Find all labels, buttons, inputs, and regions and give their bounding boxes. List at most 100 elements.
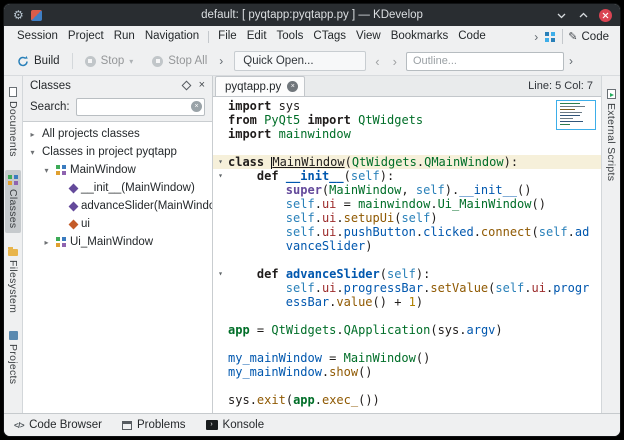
quick-open-button[interactable]: Quick Open... bbox=[234, 51, 366, 71]
fold-marker-icon[interactable]: ▾ bbox=[213, 169, 228, 183]
expander-closed-icon[interactable]: ▸ bbox=[41, 238, 52, 247]
area-switcher-icon[interactable] bbox=[545, 32, 555, 42]
dock-close-icon[interactable]: × bbox=[199, 80, 205, 91]
code-line[interactable] bbox=[213, 141, 601, 155]
tree-item[interactable]: ▾MainWindow bbox=[23, 161, 212, 179]
code-line[interactable]: app = QtWidgets.QApplication(sys.argv) bbox=[213, 323, 601, 337]
code-line[interactable]: sys.exit(app.exec_()) bbox=[213, 393, 601, 407]
fold-gutter bbox=[213, 323, 228, 337]
code-line[interactable]: self.ui.setupUi(self) bbox=[213, 211, 601, 225]
code-text: self.ui.setupUi(self) bbox=[228, 211, 438, 225]
code-line[interactable]: self.ui.pushButton.clicked.connect(self.… bbox=[213, 225, 601, 239]
menu-run[interactable]: Run bbox=[109, 26, 140, 47]
konsole-button[interactable]: › Konsole bbox=[206, 419, 265, 431]
code-line[interactable] bbox=[213, 253, 601, 267]
code-line[interactable]: import sys bbox=[213, 99, 601, 113]
code-line[interactable]: essBar.value() + 1) bbox=[213, 295, 601, 309]
code-line[interactable]: self.ui = mainwindow.Ui_MainWindow() bbox=[213, 197, 601, 211]
expander-open-icon[interactable]: ▾ bbox=[27, 148, 38, 157]
code-line[interactable]: ▾class MainWindow(QtWidgets.QMainWindow)… bbox=[213, 155, 601, 169]
code-browser-label: Code Browser bbox=[29, 419, 102, 431]
code-editor[interactable]: import sysfrom PyQt5 import QtWidgetsimp… bbox=[213, 97, 601, 413]
menu-code[interactable]: Code bbox=[453, 26, 491, 47]
tree-item[interactable]: ▸All projects classes bbox=[23, 125, 212, 143]
expander-closed-icon[interactable]: ▸ bbox=[27, 130, 38, 139]
toolbar-overflow-right-icon[interactable]: › bbox=[569, 54, 573, 68]
tab-documents[interactable]: Documents bbox=[5, 82, 21, 162]
code-line[interactable]: ▾ def __init__(self): bbox=[213, 169, 601, 183]
pen-icon: ✎ bbox=[568, 30, 577, 43]
code-lines: import sysfrom PyQt5 import QtWidgetsimp… bbox=[213, 99, 601, 407]
tab-close-icon[interactable]: × bbox=[287, 81, 298, 92]
fold-gutter bbox=[213, 113, 228, 127]
tree-item[interactable]: ▸Ui_MainWindow bbox=[23, 233, 212, 251]
problems-button[interactable]: Problems bbox=[122, 419, 186, 431]
tab-external-scripts[interactable]: External Scripts bbox=[603, 84, 619, 186]
back-button[interactable]: ‹ bbox=[371, 54, 383, 69]
menu-file[interactable]: File bbox=[213, 26, 242, 47]
titlebar[interactable]: ⚙ default: [ pyqtapp:pyqtapp.py ] — KDev… bbox=[4, 4, 620, 26]
code-text: self.ui.progressBar.setValue(self.ui.pro… bbox=[228, 281, 589, 295]
tab-pyqtapp-py[interactable]: pyqtapp.py × bbox=[215, 76, 305, 96]
minimize-button[interactable] bbox=[555, 9, 568, 22]
method-icon bbox=[69, 183, 79, 193]
code-text: def __init__(self): bbox=[228, 169, 394, 183]
code-line[interactable] bbox=[213, 309, 601, 323]
minimap[interactable] bbox=[556, 100, 596, 130]
tab-filesystem[interactable]: Filesystem bbox=[5, 241, 21, 318]
tab-classes[interactable]: Classes bbox=[5, 170, 21, 233]
code-line[interactable]: vanceSlider) bbox=[213, 239, 601, 253]
build-button[interactable]: Build bbox=[10, 52, 67, 70]
fold-marker-icon[interactable]: ▾ bbox=[213, 267, 228, 281]
stop-all-button[interactable]: Stop All bbox=[145, 52, 214, 70]
forward-button[interactable]: › bbox=[389, 54, 401, 69]
tab-projects[interactable]: Projects bbox=[5, 326, 21, 389]
code-line[interactable]: super(MainWindow, self).__init__() bbox=[213, 183, 601, 197]
editor-area: pyqtapp.py × Line: 5 Col: 7 import sysfr… bbox=[213, 76, 601, 413]
menu-view[interactable]: View bbox=[351, 26, 386, 47]
outline-input[interactable] bbox=[406, 52, 564, 71]
tree-item[interactable]: ui bbox=[23, 215, 212, 233]
tree-item[interactable]: ▾Classes in project pyqtapp bbox=[23, 143, 212, 161]
code-line[interactable]: self.ui.progressBar.setValue(self.ui.pro… bbox=[213, 281, 601, 295]
tree-item-label: advanceSlider(MainWindow) bbox=[81, 200, 212, 212]
menu-bookmarks[interactable]: Bookmarks bbox=[386, 26, 454, 47]
clear-search-icon[interactable]: × bbox=[191, 101, 202, 112]
menu-ctags[interactable]: CTags bbox=[308, 26, 351, 47]
menu-session[interactable]: Session bbox=[12, 26, 63, 47]
menu-tools[interactable]: Tools bbox=[272, 26, 309, 47]
menu-navigation[interactable]: Navigation bbox=[140, 26, 204, 47]
code-area-button[interactable]: ✎ Code bbox=[562, 29, 614, 44]
code-line[interactable]: my_mainWindow = MainWindow() bbox=[213, 351, 601, 365]
code-browser-button[interactable]: </> Code Browser bbox=[14, 419, 102, 431]
menu-edit[interactable]: Edit bbox=[242, 26, 272, 47]
fold-gutter bbox=[213, 337, 228, 351]
code-line[interactable] bbox=[213, 379, 601, 393]
class-tree: ▸All projects classes▾Classes in project… bbox=[23, 121, 212, 413]
code-text: app = QtWidgets.QApplication(sys.argv) bbox=[228, 323, 503, 337]
fold-marker-icon[interactable]: ▾ bbox=[213, 155, 228, 169]
toolbar-overflow-icon[interactable]: › bbox=[219, 54, 223, 68]
tree-item[interactable]: __init__(MainWindow) bbox=[23, 179, 212, 197]
code-text: my_mainWindow.show() bbox=[228, 365, 373, 379]
code-line[interactable] bbox=[213, 337, 601, 351]
expander-open-icon[interactable]: ▾ bbox=[41, 166, 52, 175]
class-search-input[interactable] bbox=[76, 98, 205, 116]
menu-project[interactable]: Project bbox=[63, 26, 109, 47]
classes-toolview: Classes × Search: × ▸All projects classe… bbox=[23, 76, 213, 413]
code-line[interactable]: from PyQt5 import QtWidgets bbox=[213, 113, 601, 127]
code-line[interactable]: import mainwindow bbox=[213, 127, 601, 141]
dock-float-icon[interactable] bbox=[181, 81, 191, 91]
method-icon bbox=[69, 201, 79, 211]
tree-item[interactable]: advanceSlider(MainWindow) bbox=[23, 197, 212, 215]
menubar-overflow-icon[interactable]: › bbox=[534, 30, 538, 44]
fold-gutter bbox=[213, 141, 228, 155]
code-line[interactable]: ▾ def advanceSlider(self): bbox=[213, 267, 601, 281]
stop-button[interactable]: Stop ▾ bbox=[78, 52, 141, 70]
field-icon bbox=[69, 219, 79, 229]
maximize-button[interactable] bbox=[577, 9, 590, 22]
right-dock-bar: External Scripts bbox=[601, 76, 620, 413]
close-button[interactable] bbox=[599, 9, 612, 22]
code-line[interactable]: my_mainWindow.show() bbox=[213, 365, 601, 379]
kdevelop-window: ⚙ default: [ pyqtapp:pyqtapp.py ] — KDev… bbox=[3, 3, 621, 437]
